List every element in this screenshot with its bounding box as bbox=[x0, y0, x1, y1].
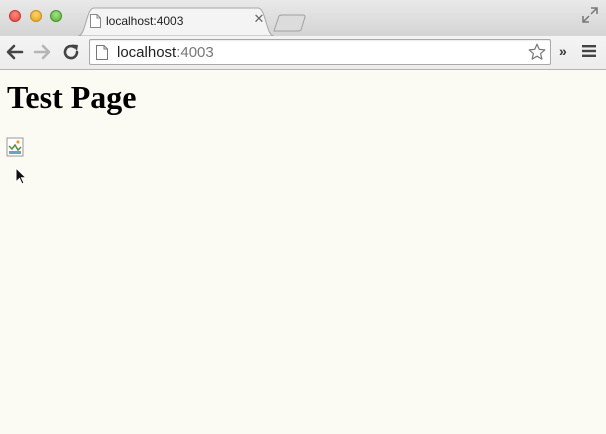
page-title: Test Page bbox=[7, 79, 137, 115]
address-url: localhost:4003 bbox=[117, 44, 214, 61]
menu-icon[interactable] bbox=[582, 44, 596, 58]
mouse-cursor-icon bbox=[15, 167, 27, 185]
page-favicon-icon bbox=[90, 14, 101, 28]
address-bar[interactable]: localhost:4003 bbox=[89, 39, 551, 65]
fullscreen-icon[interactable] bbox=[582, 7, 598, 23]
window-minimize-icon[interactable] bbox=[30, 10, 42, 22]
toolbar: localhost:4003 » bbox=[0, 36, 606, 70]
back-icon[interactable] bbox=[5, 42, 25, 62]
url-host: localhost bbox=[117, 44, 177, 61]
bookmark-star-icon[interactable] bbox=[528, 43, 546, 61]
chevron-right-icon[interactable]: » bbox=[559, 43, 567, 59]
tab-close-icon[interactable]: ✕ bbox=[252, 12, 266, 26]
page-content: Test Page bbox=[0, 70, 606, 434]
tab-active[interactable]: localhost:4003 ✕ bbox=[78, 7, 274, 36]
title-bar: localhost:4003 ✕ bbox=[0, 0, 606, 36]
forward-icon[interactable] bbox=[32, 42, 52, 62]
window-maximize-icon[interactable] bbox=[50, 10, 62, 22]
window-close-icon[interactable] bbox=[9, 10, 21, 22]
page-icon bbox=[96, 45, 108, 60]
new-tab-icon[interactable] bbox=[272, 14, 308, 32]
broken-image-icon bbox=[6, 137, 24, 157]
reload-icon[interactable] bbox=[61, 42, 81, 62]
tab-title: localhost:4003 bbox=[106, 14, 184, 28]
url-port: :4003 bbox=[176, 44, 214, 61]
